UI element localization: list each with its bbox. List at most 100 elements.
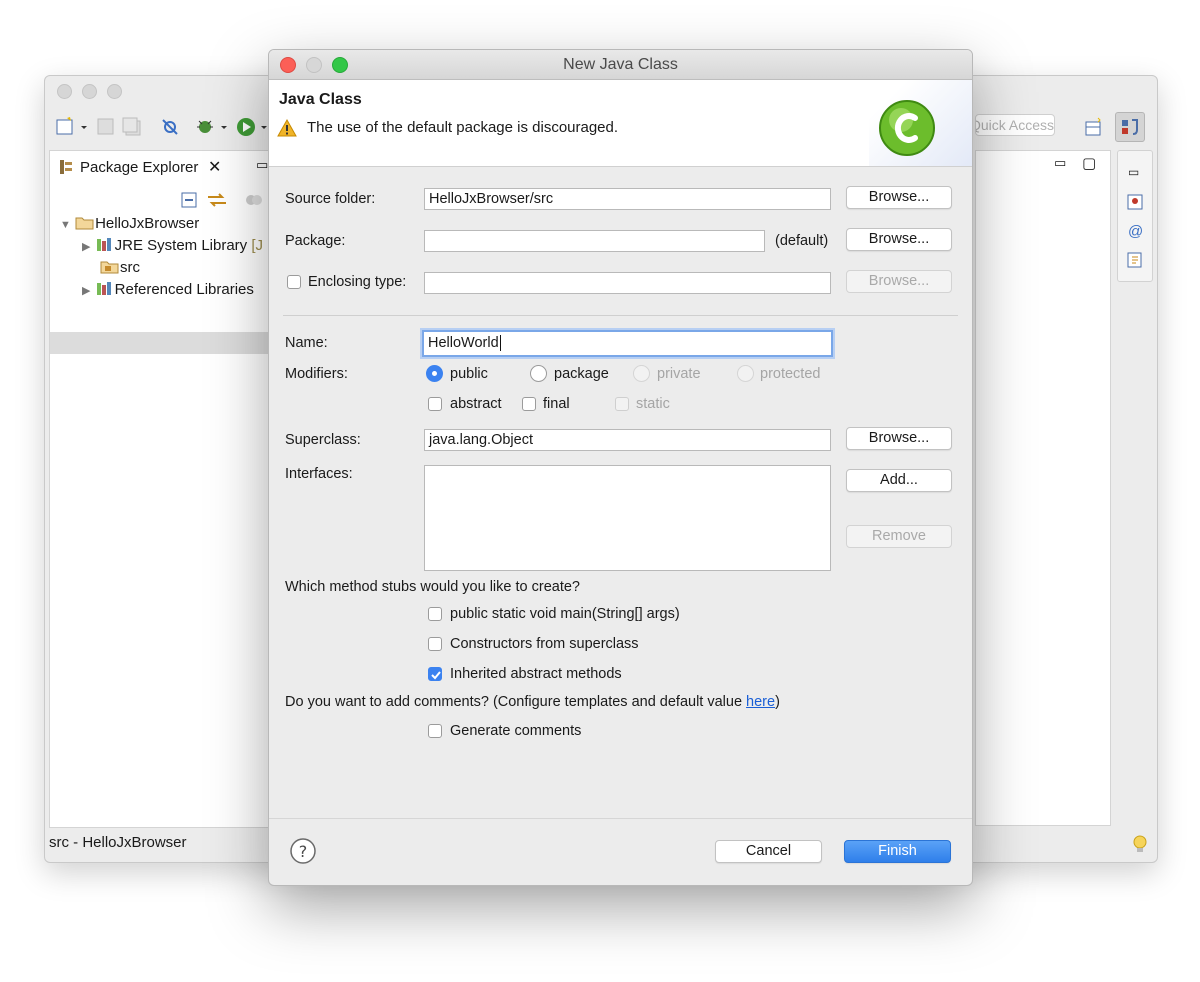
modifier-abstract-checkbox[interactable] <box>428 397 442 411</box>
stub-constructors-checkbox[interactable] <box>428 637 442 651</box>
tree-item-jre[interactable]: ▶ JRE System Library [J <box>82 235 263 257</box>
zoom-light <box>107 84 122 99</box>
modifier-protected-label: protected <box>760 366 821 382</box>
debug-icon[interactable] <box>195 116 231 138</box>
minimize-view-icon[interactable]: ▭ <box>256 157 268 173</box>
library-icon <box>96 238 111 251</box>
package-input[interactable] <box>424 230 765 252</box>
package-folder-icon <box>100 261 119 274</box>
modifier-static-label: static <box>636 396 670 412</box>
stub-main-checkbox[interactable] <box>428 607 442 621</box>
restore-icon[interactable]: ▭ <box>1128 165 1139 179</box>
tree-item-src[interactable]: src <box>100 257 140 279</box>
source-folder-browse-button[interactable]: Browse... <box>846 186 952 209</box>
interfaces-add-button[interactable]: Add... <box>846 469 952 492</box>
finish-button[interactable]: Finish <box>844 840 951 863</box>
enclosing-type-input[interactable] <box>424 272 831 294</box>
warning-icon <box>277 118 297 137</box>
modifiers-label: Modifiers: <box>285 366 348 382</box>
declaration-icon[interactable] <box>1126 251 1144 269</box>
project-folder-icon <box>75 217 94 230</box>
collapsed-arrow-icon[interactable]: ▶ <box>82 241 90 253</box>
tree-item-project[interactable]: ▼ HelloJxBrowser <box>60 213 199 235</box>
modifier-private-radio[interactable] <box>633 365 650 382</box>
modifier-private-label: private <box>657 366 701 382</box>
minimize-light <box>82 84 97 99</box>
modifier-public-radio[interactable] <box>426 365 443 382</box>
stubs-question: Which method stubs would you like to cre… <box>285 579 580 595</box>
enclosing-type-label: Enclosing type: <box>308 274 407 290</box>
modifier-final-label: final <box>543 396 570 412</box>
checkmark-icon <box>431 671 441 680</box>
open-perspective-icon[interactable] <box>1083 116 1105 138</box>
collapse-all-icon[interactable] <box>180 191 198 209</box>
modifier-package-radio[interactable] <box>530 365 547 382</box>
tree-item-referenced-libraries[interactable]: ▶ Referenced Libraries <box>82 279 254 301</box>
cancel-button[interactable]: Cancel <box>715 840 822 863</box>
modifier-static-checkbox[interactable] <box>615 397 629 411</box>
new-java-class-dialog: New Java Class Java Class The use of the… <box>268 49 973 886</box>
library-icon <box>96 282 111 295</box>
maximize-editor-icon[interactable]: ▢ <box>1082 154 1096 172</box>
footer-separator <box>269 818 972 819</box>
stub-inherited-checkbox[interactable] <box>428 667 442 681</box>
collapsed-arrow-icon[interactable]: ▶ <box>82 285 90 297</box>
text-cursor <box>499 335 501 351</box>
java-perspective-button[interactable] <box>1115 112 1145 142</box>
zoom-window-button[interactable] <box>332 57 348 73</box>
stub-constructors-label: Constructors from superclass <box>450 636 639 652</box>
link-with-editor-icon[interactable] <box>206 191 228 209</box>
tip-lightbulb-icon[interactable] <box>1131 834 1149 856</box>
dialog-titlebar: New Java Class <box>269 50 972 80</box>
quick-access-input[interactable]: Quick Access <box>975 114 1055 136</box>
modifier-abstract-label: abstract <box>450 396 502 412</box>
package-browse-button[interactable]: Browse... <box>846 228 952 251</box>
modifier-public-label: public <box>450 366 488 382</box>
svg-text:?: ? <box>299 842 308 861</box>
minimize-editor-icon[interactable]: ▭ <box>1054 155 1066 171</box>
configure-templates-link[interactable]: here <box>746 694 775 710</box>
stub-inherited-label: Inherited abstract methods <box>450 666 622 682</box>
modifier-final-checkbox[interactable] <box>522 397 536 411</box>
toggle-breakpoint-icon[interactable] <box>159 116 181 138</box>
enclosing-type-browse-button[interactable]: Browse... <box>846 270 952 293</box>
dialog-header-banner: Java Class The use of the default packag… <box>269 80 972 167</box>
javadoc-icon[interactable]: @ <box>1128 223 1143 240</box>
tab-package-explorer[interactable]: Package Explorer ✕ <box>50 151 230 185</box>
generate-comments-label: Generate comments <box>450 723 582 739</box>
dialog-title: New Java Class <box>563 56 678 73</box>
source-folder-input[interactable]: HelloJxBrowser/src <box>424 188 831 210</box>
run-icon[interactable] <box>235 116 271 138</box>
enclosing-type-checkbox[interactable] <box>287 275 301 289</box>
superclass-label: Superclass: <box>285 432 361 448</box>
minimize-window-button[interactable] <box>306 57 322 73</box>
close-light <box>57 84 72 99</box>
package-label: Package: <box>285 233 346 249</box>
close-window-button[interactable] <box>280 57 296 73</box>
editor-area: ▭ ▢ <box>975 150 1111 826</box>
modifier-package-label: package <box>554 366 609 382</box>
modifier-protected-radio[interactable] <box>737 365 754 382</box>
outline-icon[interactable] <box>1126 193 1144 211</box>
save-icon[interactable] <box>95 116 117 138</box>
close-tab-icon[interactable]: ✕ <box>208 157 221 177</box>
interfaces-label: Interfaces: <box>285 466 353 482</box>
view-menu-icon[interactable] <box>244 191 266 209</box>
new-wizard-icon[interactable] <box>55 116 89 138</box>
java-perspective-icon <box>1122 119 1138 135</box>
java-class-wizard-icon <box>879 100 935 156</box>
generate-comments-checkbox[interactable] <box>428 724 442 738</box>
stub-main-label: public static void main(String[] args) <box>450 606 680 622</box>
superclass-input[interactable]: java.lang.Object <box>424 429 831 451</box>
header-message: The use of the default package is discou… <box>307 119 619 136</box>
interfaces-remove-button[interactable]: Remove <box>846 525 952 548</box>
right-trim-stack: ▭ @ <box>1117 150 1153 282</box>
name-input[interactable]: HelloWorld <box>422 330 833 357</box>
superclass-browse-button[interactable]: Browse... <box>846 427 952 450</box>
interfaces-list[interactable] <box>424 465 831 571</box>
expanded-arrow-icon[interactable]: ▼ <box>60 219 71 231</box>
comments-question: Do you want to add comments? (Configure … <box>285 694 780 710</box>
save-all-icon[interactable] <box>121 116 143 138</box>
separator <box>283 315 958 316</box>
help-icon[interactable]: ? <box>289 837 317 865</box>
